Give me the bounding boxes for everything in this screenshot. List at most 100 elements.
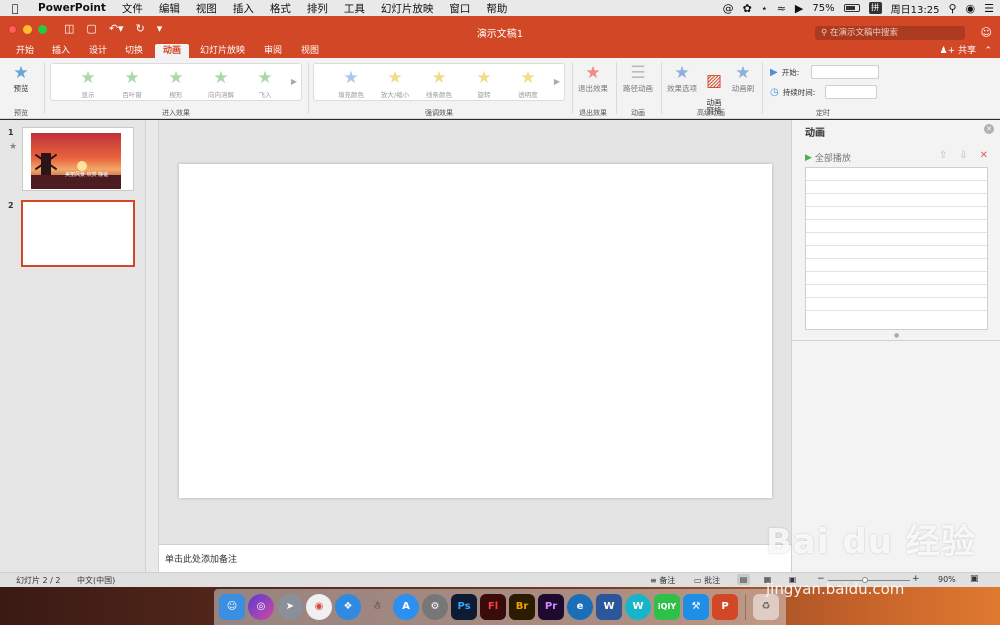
move-down-icon[interactable]: ⇩	[959, 150, 967, 161]
menu-file[interactable]: 文件	[114, 1, 151, 16]
wifi-icon[interactable]: ≈	[777, 2, 786, 15]
tab-slideshow[interactable]: 幻灯片放映	[192, 44, 253, 58]
ribbon-separator	[762, 62, 763, 114]
qq-icon[interactable]: ☃	[364, 594, 390, 620]
xcode-icon[interactable]: ⚒	[683, 594, 709, 620]
list-row-divider	[806, 193, 987, 194]
emphasis-star-icon: ★	[431, 68, 447, 88]
current-slide[interactable]	[179, 164, 772, 498]
wps-icon[interactable]: W	[625, 594, 651, 620]
exit-effects-button[interactable]: ★ 退出效果	[576, 63, 610, 94]
animation-list[interactable]	[805, 167, 988, 330]
tab-transitions[interactable]: 切换	[117, 44, 151, 58]
collapse-ribbon-icon[interactable]: ⌃	[984, 44, 992, 58]
group-label-emphasis: 强调效果	[425, 109, 453, 117]
menu-format[interactable]: 格式	[262, 1, 299, 16]
effect-options-button[interactable]: ★ 效果选项	[664, 63, 700, 94]
tab-home[interactable]: 开始	[8, 44, 42, 58]
tab-view[interactable]: 视图	[293, 44, 327, 58]
notes-toggle-button[interactable]: ≡ 备注	[650, 575, 675, 586]
bridge-icon[interactable]: Br	[509, 594, 535, 620]
entrance-fly-in[interactable]: ★ 飞入	[245, 67, 285, 99]
emphasis-transparency[interactable]: ★ 透明度	[508, 67, 548, 99]
motion-path-button[interactable]: ☰ 路径动画	[620, 63, 656, 94]
menu-slideshow[interactable]: 幻灯片放映	[373, 1, 442, 16]
language-indicator[interactable]: 中文(中国)	[77, 575, 115, 586]
menu-window[interactable]: 窗口	[441, 1, 478, 16]
siri-icon[interactable]: ◉	[966, 2, 976, 15]
at-icon[interactable]: @	[723, 2, 734, 15]
dock: ☺ ◎ ➤ ◉ ❖ ☃ A ⚙ Ps Fl Br Pr e W W iQIY ⚒…	[214, 589, 786, 625]
clock[interactable]: 周日13:25	[891, 1, 940, 16]
tab-insert[interactable]: 插入	[44, 44, 78, 58]
tab-review[interactable]: 审阅	[256, 44, 290, 58]
menu-tools[interactable]: 工具	[336, 1, 373, 16]
emphasis-grow-shrink[interactable]: ★ 放大/缩小	[375, 67, 415, 99]
gallery-more-arrow-icon[interactable]: ▶	[291, 77, 297, 86]
start-select[interactable]	[811, 65, 880, 79]
emphasis-spin[interactable]: ★ 旋转	[464, 67, 504, 99]
spotlight-icon[interactable]: ⚲	[948, 2, 956, 15]
butterfly-icon[interactable]: ✿	[743, 2, 752, 15]
slide-thumbnail-2-selected[interactable]	[21, 200, 135, 267]
apple-menu-icon[interactable]: 	[0, 2, 30, 15]
resize-grip-icon[interactable]: ●	[894, 332, 899, 339]
input-method-icon[interactable]: 拼	[868, 2, 882, 14]
menu-edit[interactable]: 编辑	[151, 1, 188, 16]
slide-thumbnail-1[interactable]: 美丽风景 欣赏 静谧	[22, 127, 134, 191]
battery-icon[interactable]	[843, 4, 860, 12]
normal-view-button[interactable]: ▤	[737, 574, 750, 585]
tab-animations[interactable]: 动画	[155, 44, 190, 58]
feedback-smiley-icon[interactable]: ☺	[981, 26, 992, 39]
preview-label: 预览	[13, 84, 29, 93]
powerpoint-icon[interactable]: P	[712, 594, 738, 620]
comments-toggle-button[interactable]: ▭ 批注	[694, 575, 720, 586]
move-up-icon[interactable]: ⇧	[939, 150, 947, 161]
menu-insert[interactable]: 插入	[225, 1, 262, 16]
flash-icon[interactable]: Fl	[480, 594, 506, 620]
share-button[interactable]: ♟+ 共享	[940, 44, 977, 58]
entrance-dissolve[interactable]: ★ 向内溶解	[201, 67, 241, 99]
siri-icon[interactable]: ◎	[248, 594, 274, 620]
close-pane-icon[interactable]: ✕	[984, 124, 994, 134]
sunset-windmill-image: 美丽风景 欣赏 静谧	[31, 133, 121, 189]
animation-pane: 动画 ✕ ▶ 全部播放 ⇧ ⇩ ✕ ●	[791, 120, 1000, 572]
entrance-blinds[interactable]: ★ 百叶窗	[112, 67, 152, 99]
premiere-icon[interactable]: Pr	[538, 594, 564, 620]
finder-icon[interactable]: ☺	[219, 594, 245, 620]
entrance-star-icon: ★	[168, 68, 184, 88]
notification-center-icon[interactable]: ☰	[984, 2, 994, 15]
pane-splitter[interactable]	[146, 120, 159, 572]
fit-to-window-icon[interactable]: ▣	[970, 574, 979, 584]
chrome-icon[interactable]: ◉	[306, 594, 332, 620]
volume-icon[interactable]: ▶	[795, 2, 803, 15]
zoom-level[interactable]: 90%	[938, 575, 956, 584]
animation-painter-button[interactable]: ★ 动画刷	[728, 63, 758, 94]
play-all-button[interactable]: ▶ 全部播放	[805, 151, 851, 165]
bluetooth-icon[interactable]: ⋆	[761, 2, 768, 15]
emphasis-line-color[interactable]: ★ 线条颜色	[419, 67, 459, 99]
entrance-wedge[interactable]: ★ 楔形	[156, 67, 196, 99]
edge-icon[interactable]: e	[567, 594, 593, 620]
duration-stepper[interactable]	[825, 85, 878, 99]
entrance-appear[interactable]: ★ 显示	[68, 67, 108, 99]
document-search-input[interactable]: ⚲ 在演示文稿中搜索	[815, 26, 965, 40]
launchpad-icon[interactable]: ➤	[277, 594, 303, 620]
zoom-in-button[interactable]: +	[912, 574, 920, 584]
word-icon[interactable]: W	[596, 594, 622, 620]
emphasis-fill-color[interactable]: ★ 填充颜色	[331, 67, 371, 99]
menu-arrange[interactable]: 排列	[299, 1, 336, 16]
tab-design[interactable]: 设计	[81, 44, 115, 58]
safari-icon[interactable]: ❖	[335, 594, 361, 620]
photoshop-icon[interactable]: Ps	[451, 594, 477, 620]
notes-area[interactable]: 单击此处添加备注	[159, 544, 791, 572]
system-preferences-icon[interactable]: ⚙	[422, 594, 448, 620]
menu-help[interactable]: 帮助	[478, 1, 515, 16]
iqiyi-icon[interactable]: iQIY	[654, 594, 680, 620]
app-menu[interactable]: PowerPoint	[30, 2, 114, 14]
delete-animation-icon[interactable]: ✕	[980, 150, 988, 161]
app-store-icon[interactable]: A	[393, 594, 419, 620]
menu-view[interactable]: 视图	[188, 1, 225, 16]
gallery-more-arrow-icon[interactable]: ▶	[554, 77, 560, 86]
preview-button[interactable]: ★ 预览	[6, 63, 36, 94]
